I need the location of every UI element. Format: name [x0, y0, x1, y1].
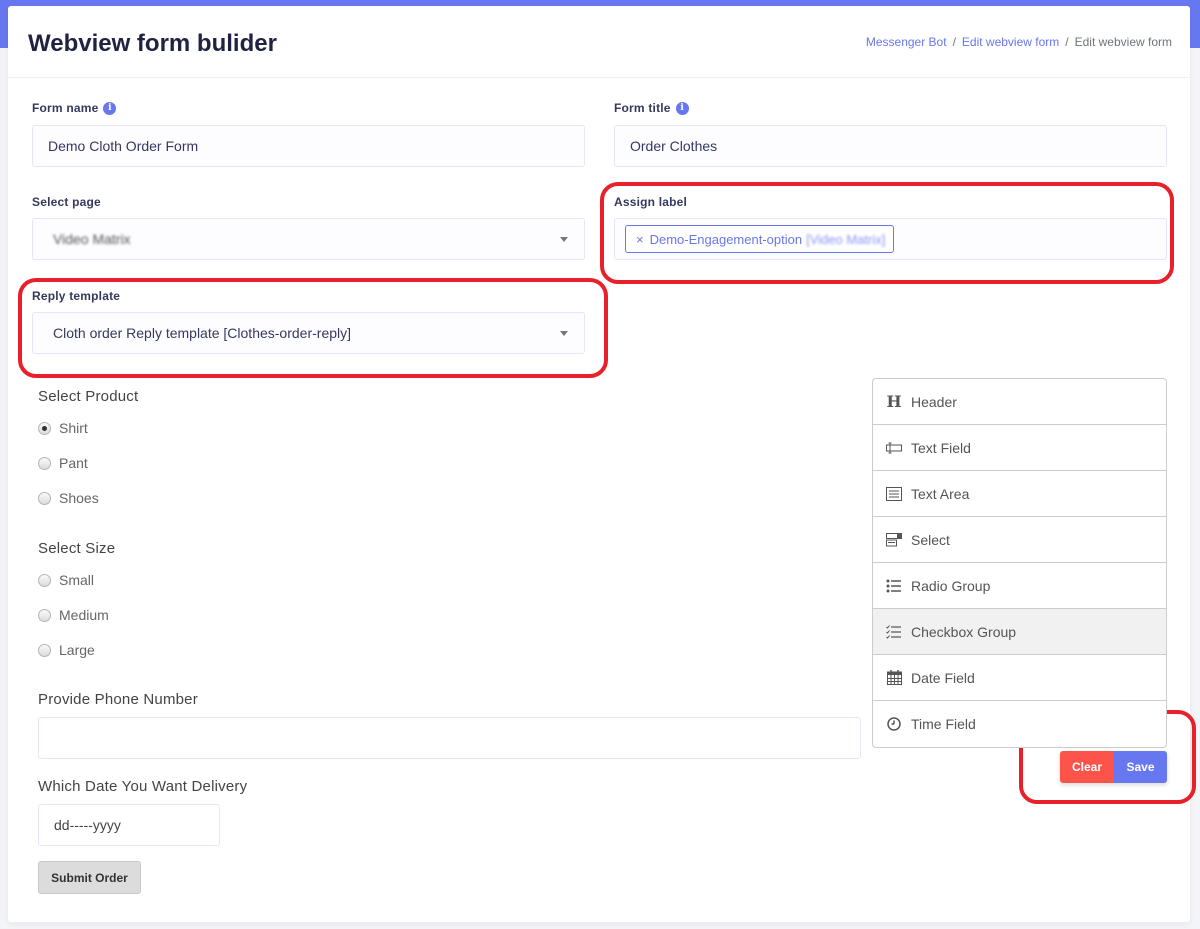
assign-label-highlight [600, 182, 1174, 284]
delivery-date-heading: Which Date You Want Delivery [38, 778, 248, 795]
control-text-field[interactable]: Text Field [873, 425, 1166, 471]
select-product-heading: Select Product [38, 388, 139, 405]
submit-order-button[interactable]: Submit Order [38, 861, 141, 894]
radio-shirt[interactable]: Shirt [38, 420, 88, 436]
control-date-field[interactable]: Date Field [873, 655, 1166, 701]
select-page-dropdown[interactable]: Video Matrix [32, 218, 585, 260]
control-header[interactable]: H Header [873, 379, 1166, 425]
text-area-icon [885, 485, 903, 503]
info-icon[interactable]: i [675, 101, 689, 115]
form-name-input[interactable]: Demo Cloth Order Form [32, 125, 585, 167]
info-icon[interactable]: i [103, 101, 117, 115]
form-title-input[interactable]: Order Clothes [614, 125, 1167, 167]
radio-pant[interactable]: Pant [38, 455, 88, 471]
form-title-label: Form title i [614, 101, 689, 115]
breadcrumb: Messenger Bot / Edit webview form / Edit web… [865, 35, 1172, 49]
phone-input[interactable] [38, 717, 861, 759]
clear-button[interactable]: Clear [1060, 751, 1114, 783]
form-name-label: Form name i [32, 101, 117, 115]
radio-button-icon [38, 491, 51, 505]
page-title: Webview form bulider [28, 30, 277, 57]
breadcrumb-edit-webview-form[interactable]: Edit webview form [962, 35, 1059, 49]
chevron-down-icon [560, 237, 568, 242]
save-button[interactable]: Save [1114, 751, 1167, 783]
control-checkbox-group[interactable]: Checkbox Group [873, 609, 1166, 655]
control-select[interactable]: Select [873, 517, 1166, 563]
phone-heading: Provide Phone Number [38, 691, 198, 708]
reply-template-highlight [18, 278, 608, 378]
radio-shoes[interactable]: Shoes [38, 490, 99, 506]
control-text-area[interactable]: Text Area [873, 471, 1166, 517]
breadcrumb-current: Edit webview form [1074, 35, 1172, 49]
form-actions: Clear Save [1060, 751, 1167, 783]
control-time-field[interactable]: Time Field [873, 701, 1166, 747]
checkbox-group-icon [885, 623, 903, 641]
page-header: Webview form bulider Messenger Bot / Edit … [8, 6, 1190, 78]
control-radio-group[interactable]: Radio Group [873, 563, 1166, 609]
radio-medium[interactable]: Medium [38, 607, 109, 623]
radio-group-icon [885, 577, 903, 595]
radio-small[interactable]: Small [38, 572, 94, 588]
select-icon [885, 531, 903, 549]
radio-button-icon [38, 573, 51, 587]
selected-page-value: Video Matrix [53, 231, 131, 247]
controls-panel: H Header Text Field Text Area Select Rad… [872, 378, 1167, 748]
radio-button-icon [38, 421, 51, 435]
radio-button-icon [38, 456, 51, 470]
header-icon: H [886, 392, 902, 411]
select-size-heading: Select Size [38, 540, 116, 557]
breadcrumb-messenger-bot[interactable]: Messenger Bot [866, 35, 947, 49]
radio-button-icon [38, 643, 51, 657]
calendar-icon [885, 669, 903, 687]
radio-button-icon [38, 608, 51, 622]
radio-large[interactable]: Large [38, 642, 95, 658]
clock-icon [885, 715, 903, 733]
text-field-icon [885, 439, 903, 457]
delivery-date-input[interactable]: dd-----yyyy [38, 804, 220, 846]
select-page-label: Select page [32, 195, 101, 209]
